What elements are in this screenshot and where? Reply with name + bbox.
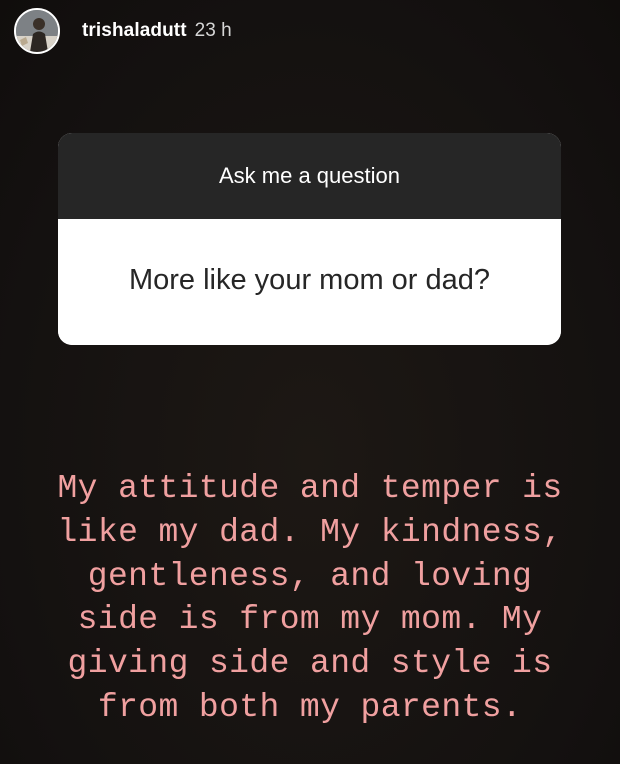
answer-text: My attitude and temper is like my dad. M… xyxy=(0,467,620,730)
post-time: 23 h xyxy=(194,20,232,41)
story-header: trishaladutt 23 h xyxy=(14,8,232,54)
profile-photo-icon xyxy=(16,10,58,52)
answer-line: gentleness, and loving xyxy=(87,557,533,595)
question-sticker: Ask me a question More like your mom or … xyxy=(58,133,561,345)
answer-line: My attitude and temper is xyxy=(57,470,563,507)
answer-line: side is from my mom. My xyxy=(77,601,543,639)
answer-line: like my dad. My kindness, xyxy=(57,513,563,551)
question-sticker-prompt: Ask me a question xyxy=(58,133,561,219)
question-sticker-question: More like your mom or dad? xyxy=(58,219,561,345)
story-view[interactable]: trishaladutt 23 h Ask me a question More… xyxy=(0,0,620,764)
answer-line: from both my parents. xyxy=(97,688,523,726)
username[interactable]: trishaladutt xyxy=(82,20,187,42)
answer-line: giving side and style is xyxy=(67,645,553,683)
avatar[interactable] xyxy=(14,8,60,54)
